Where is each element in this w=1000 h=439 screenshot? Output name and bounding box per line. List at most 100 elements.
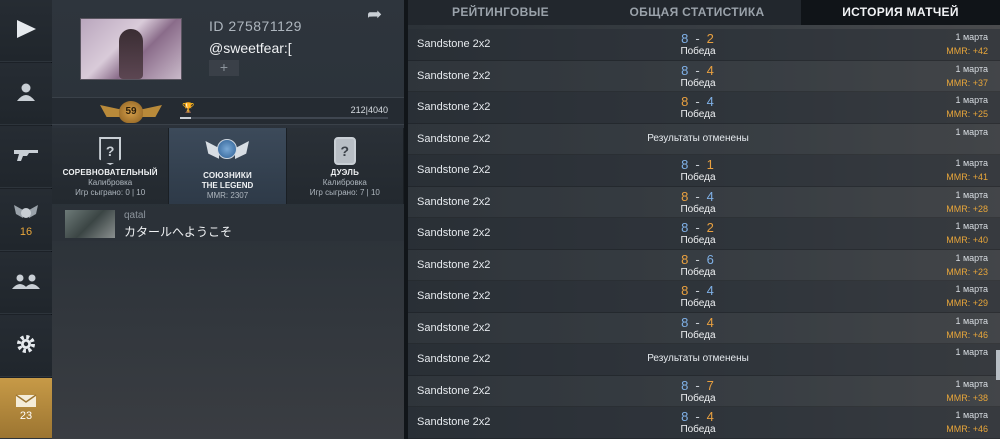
match-date: 1 марта: [955, 32, 988, 42]
nav-friends[interactable]: [0, 252, 52, 314]
nav-play[interactable]: [0, 0, 52, 62]
score-team-b: 1: [706, 157, 715, 172]
match-result: Победа: [680, 424, 716, 435]
mode-mmr: MMR: 2307: [206, 191, 249, 200]
matches-panel: РЕЙТИНГОВЫЕ ОБЩАЯ СТАТИСТИКА ИСТОРИЯ МАТ…: [408, 0, 1000, 439]
left-nav: 16 23: [0, 0, 52, 439]
match-result: Победа: [680, 298, 716, 309]
match-row[interactable]: Sandstone 2x2 8-4 Победа 1 марта MMR: +25: [408, 92, 1000, 124]
match-mmr: MMR: +41: [946, 172, 988, 182]
score-team-b: 4: [706, 314, 715, 330]
add-friend-button[interactable]: +: [209, 60, 239, 76]
gun-icon: [14, 149, 38, 161]
match-score: 8-2: [648, 31, 748, 46]
match-map: Sandstone 2x2: [417, 69, 491, 82]
tab-ranked[interactable]: РЕЙТИНГОВЫЕ: [408, 0, 593, 25]
friend-status: カタールへようこそ: [124, 225, 233, 239]
match-date: 1 марта: [955, 95, 988, 105]
match-map: Sandstone 2x2: [417, 353, 491, 365]
match-date: 1 марта: [955, 252, 988, 263]
nav-inventory[interactable]: [0, 126, 52, 188]
mode-competitive[interactable]: ? СОРЕВНОВАТЕЛЬНЫЙ Калибровка Игр сыгран…: [52, 128, 170, 204]
mode-allies[interactable]: СОЮЗНИКИ THE LEGEND MMR: 2307: [169, 128, 287, 204]
match-mmr: MMR: +46: [946, 329, 988, 340]
match-row[interactable]: Sandstone 2x2 8-7 Победа 1 марта MMR: +38: [408, 375, 1000, 407]
match-map: Sandstone 2x2: [417, 227, 491, 239]
friend-entry[interactable]: qatal カタールへようこそ: [52, 207, 404, 241]
player-id: ID 275871129: [209, 18, 302, 34]
match-map: Sandstone 2x2: [417, 290, 491, 302]
score-separator: -: [695, 188, 701, 204]
match-row[interactable]: Sandstone 2x2 8-4 Победа 1 марта MMR: +29: [408, 281, 1000, 313]
match-row[interactable]: Sandstone 2x2 8-1 Победа 1 марта MMR: +41: [408, 155, 1000, 187]
match-row[interactable]: Sandstone 2x2 Результаты отменены 1 марта: [408, 344, 1000, 376]
level-bar: 59 🏆 212|4040: [52, 97, 404, 125]
match-map: Sandstone 2x2: [417, 321, 491, 334]
match-map: Sandstone 2x2: [417, 195, 491, 208]
score-team-b: 4: [706, 188, 715, 204]
unranked-hex-icon: ?: [333, 137, 356, 165]
level-number: 59: [119, 101, 143, 123]
match-score: 8-7: [648, 378, 748, 393]
mode-subtitle: Калибровка: [322, 178, 367, 187]
mode-subtitle: Калибровка: [88, 178, 133, 187]
match-row[interactable]: Sandstone 2x2 8-4 Победа 1 марта MMR: +28: [408, 186, 1000, 218]
nav-mail[interactable]: 23: [0, 378, 52, 439]
match-map: Sandstone 2x2: [417, 38, 491, 50]
unranked-shield-icon: ?: [99, 137, 122, 165]
score-team-a: 8: [681, 314, 690, 330]
match-date: 1 марта: [955, 410, 988, 420]
tab-stats[interactable]: ОБЩАЯ СТАТИСТИКА: [593, 0, 801, 25]
mode-duel[interactable]: ? ДУЭЛЬ Калибровка Игр сыграно: 7 | 10: [286, 128, 404, 204]
mode-title: ДУЭЛЬ: [330, 168, 360, 177]
avatar[interactable]: [80, 18, 182, 80]
match-result: Победа: [680, 172, 716, 183]
match-row[interactable]: Sandstone 2x2 8-4 Победа 1 марта MMR: +46: [408, 407, 1000, 439]
match-score: 8-4: [648, 315, 748, 330]
match-row[interactable]: Sandstone 2x2 8-2 Победа 1 марта MMR: +42: [408, 29, 1000, 61]
match-map: Sandstone 2x2: [417, 384, 491, 397]
match-mmr: MMR: +25: [946, 109, 988, 119]
mode-rank: THE LEGEND: [201, 181, 254, 190]
gear-icon: [17, 334, 35, 353]
friends-icon: [12, 274, 40, 289]
match-date: 1 марта: [955, 315, 988, 326]
match-score: 8-4: [648, 63, 748, 78]
match-list: Sandstone 2x2 8-2 Победа 1 марта MMR: +42 San…: [408, 29, 1000, 439]
match-row[interactable]: Sandstone 2x2 8-2 Победа 1 марта MMR: +40: [408, 218, 1000, 250]
match-mmr: MMR: +23: [946, 266, 988, 277]
score-team-a: 8: [681, 283, 690, 298]
nav-settings[interactable]: [0, 315, 52, 377]
match-result: Победа: [680, 109, 716, 120]
match-row[interactable]: Sandstone 2x2 8-4 Победа 1 марта MMR: +46: [408, 312, 1000, 344]
score-team-a: 8: [681, 62, 690, 78]
score-team-a: 8: [681, 251, 690, 267]
share-icon[interactable]: ➦: [367, 4, 382, 25]
match-score: 8-4: [648, 189, 748, 204]
tab-match-history[interactable]: ИСТОРИЯ МАТЧЕЙ: [801, 0, 1000, 25]
nav-profile[interactable]: [0, 63, 52, 125]
score-team-a: 8: [681, 157, 690, 172]
match-result: Победа: [680, 46, 716, 57]
match-row[interactable]: Sandstone 2x2 Результаты отменены 1 марта: [408, 123, 1000, 155]
match-cancelled: Результаты отменены: [647, 353, 749, 364]
match-date: 1 марта: [955, 126, 988, 137]
match-score: 8-1: [648, 157, 748, 172]
match-mmr: MMR: +42: [946, 46, 988, 56]
match-map: Sandstone 2x2: [417, 101, 491, 113]
nav-rank[interactable]: 16: [0, 189, 52, 251]
match-row[interactable]: Sandstone 2x2 8-4 Победа 1 марта MMR: +37: [408, 60, 1000, 92]
score-team-b: 6: [706, 251, 715, 267]
match-row[interactable]: Sandstone 2x2 8-6 Победа 1 марта MMR: +23: [408, 249, 1000, 281]
match-score: 8-2: [648, 220, 748, 235]
score-team-a: 8: [681, 94, 690, 109]
match-result: Победа: [680, 203, 716, 215]
scrollbar[interactable]: [996, 350, 1000, 380]
score-team-a: 8: [681, 31, 690, 46]
xp-text: 212|4040: [350, 105, 388, 115]
match-result: Победа: [680, 235, 716, 246]
match-mmr: MMR: +29: [946, 298, 988, 308]
score-team-b: 2: [706, 31, 715, 46]
score-separator: -: [695, 157, 701, 172]
user-icon: [17, 83, 35, 101]
